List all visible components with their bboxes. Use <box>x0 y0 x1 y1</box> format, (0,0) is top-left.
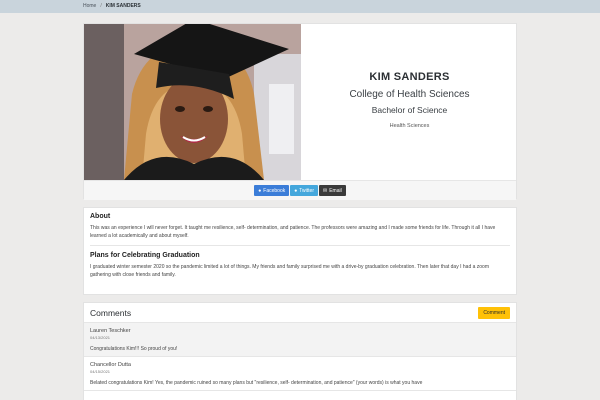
facebook-share-button[interactable]: ● Facebook <box>254 185 290 196</box>
comments-card: Comments Comment Lauren Teschker 04/13/2… <box>83 302 517 400</box>
twitter-share-label: Twitter <box>299 187 315 194</box>
comment-item: Chancellor Dutta 04/15/2021 Belated cong… <box>84 357 516 391</box>
plans-title: Plans for Celebrating Graduation <box>90 252 200 259</box>
about-divider <box>90 245 510 246</box>
graduate-photo-illustration <box>84 24 301 180</box>
comment-text: Belated congratulations Kim! Yes, the pa… <box>90 380 423 386</box>
graduate-info: KIM SANDERS College of Health Sciences B… <box>301 24 518 180</box>
comment-item: Lauren Teschker 04/13/2021 Congratulatio… <box>84 323 516 357</box>
comments-header: Comments Comment <box>84 303 516 323</box>
graduate-photo <box>84 24 301 180</box>
breadcrumb-home-link[interactable]: Home <box>83 3 96 9</box>
comments-title: Comments <box>90 307 132 318</box>
graduate-college: College of Health Sciences <box>349 89 470 100</box>
twitter-share-button[interactable]: ● Twitter <box>290 185 319 196</box>
breadcrumb-bar: Home / KIM SANDERS <box>0 0 600 13</box>
graduate-major: Health Sciences <box>389 123 430 129</box>
graduate-name: KIM SANDERS <box>369 71 450 83</box>
email-share-label: Email <box>329 187 342 194</box>
comment-date: 04/13/2021 <box>90 335 111 340</box>
plans-text: I graduated winter semester 2020 so the … <box>90 264 490 278</box>
about-title: About <box>90 213 111 220</box>
comment-button[interactable]: Comment <box>478 306 510 319</box>
graduate-degree: Bachelor of Science <box>371 105 448 115</box>
share-bar: ● Facebook ● Twitter ✉ Email <box>84 180 516 200</box>
about-card: About This was an experience I will neve… <box>83 207 517 295</box>
about-text: This was an experience I will never forg… <box>90 225 496 239</box>
comment-text: Congratulations Kim!!! So proud of you! <box>90 346 178 352</box>
comment-author: Lauren Teschker <box>90 328 131 334</box>
facebook-share-label: Facebook <box>263 187 286 194</box>
twitter-icon: ● <box>294 187 298 194</box>
email-icon: ✉ <box>323 187 328 194</box>
breadcrumb-current: KIM SANDERS <box>105 3 141 9</box>
comment-author: Chancellor Dutta <box>90 362 131 368</box>
breadcrumb: Home / KIM SANDERS <box>83 0 517 13</box>
facebook-icon: ● <box>258 187 262 194</box>
breadcrumb-separator: / <box>100 3 102 9</box>
email-share-button[interactable]: ✉ Email <box>319 185 346 196</box>
comment-date: 04/15/2021 <box>90 369 111 374</box>
profile-card: KIM SANDERS College of Health Sciences B… <box>83 23 518 200</box>
